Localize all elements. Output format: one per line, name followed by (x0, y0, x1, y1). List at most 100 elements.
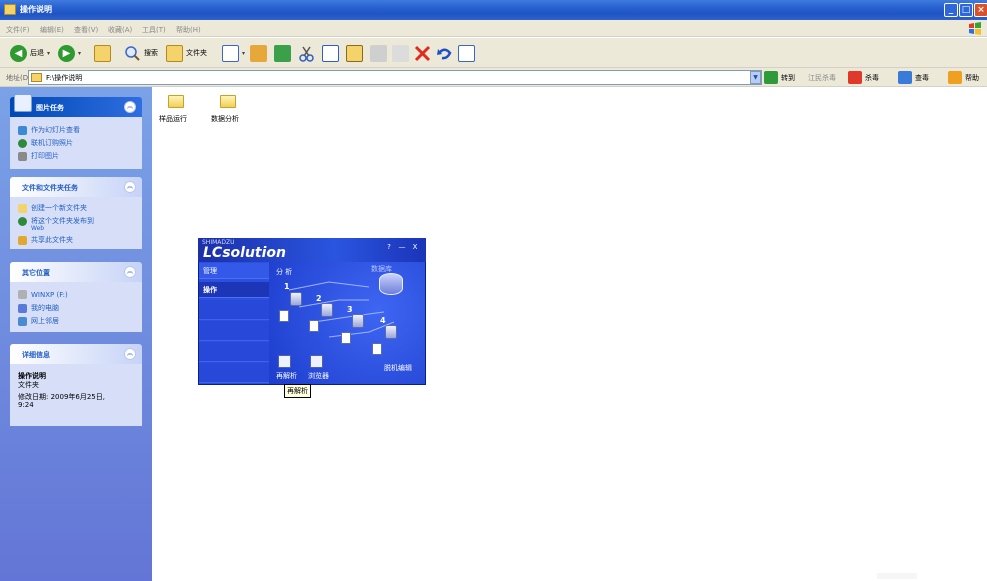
panel-header[interactable]: 文件和文件夹任务 ︽ (10, 177, 142, 197)
search-button[interactable]: 搜索 (124, 43, 158, 63)
task-new-folder[interactable]: 创建一个新文件夹 (18, 203, 87, 213)
panel-body: WINXP (F:) 我的电脑 网上邻居 (10, 282, 142, 332)
reanalysis-icon[interactable] (278, 355, 291, 368)
place-drive-f[interactable]: WINXP (F:) (18, 290, 68, 299)
network-icon (18, 316, 27, 326)
place-network[interactable]: 网上邻居 (18, 316, 59, 326)
panel-header[interactable]: 详细信息 ︽ (10, 344, 142, 364)
home-button[interactable] (250, 43, 267, 63)
link-label: 查毒 (915, 73, 929, 82)
folders-button[interactable]: 文件夹 (166, 43, 207, 63)
other-places-panel: 其它位置 ︽ WINXP (F:) 我的电脑 网上邻居 (10, 262, 142, 334)
views-button[interactable]: ▾ (222, 43, 245, 63)
title-bar: 操作说明 (0, 0, 987, 20)
antivirus-icon (848, 71, 862, 84)
task-label: 创建一个新文件夹 (31, 204, 87, 212)
lcs-close-button[interactable]: X (410, 242, 420, 252)
step-number: 2 (316, 294, 322, 303)
step-number: 1 (284, 282, 290, 291)
collapse-chevron-icon[interactable]: ︽ (124, 266, 136, 278)
undo-button[interactable] (436, 43, 453, 63)
method-doc-icon[interactable] (372, 343, 382, 355)
close-button[interactable]: × (974, 3, 987, 17)
method-doc-icon[interactable] (341, 332, 351, 344)
maximize-button[interactable]: □ (959, 3, 973, 17)
go-arrow-icon (764, 71, 778, 84)
link-label: 杀毒 (865, 73, 879, 82)
lcs-offline-label[interactable]: 脱机编辑 (384, 363, 412, 373)
delete-button[interactable] (414, 43, 431, 63)
panel-body: 创建一个新文件夹 将这个文件夹发布到 Web 共享此文件夹 (10, 197, 142, 249)
cut-button[interactable] (298, 43, 315, 63)
panel-header[interactable]: 其它位置 ︽ (10, 262, 142, 282)
link-antivirus[interactable]: 杀毒 (848, 70, 879, 85)
back-dropdown-icon[interactable]: ▾ (47, 50, 50, 57)
menu-tools[interactable]: 工具(T) (142, 25, 166, 35)
address-dropdown-button[interactable]: ▼ (750, 71, 761, 84)
place-my-computer[interactable]: 我的电脑 (18, 303, 59, 313)
panel-body: 作为幻灯片查看 联机订购照片 打印图片 (10, 117, 142, 169)
menu-favorites[interactable]: 收藏(A) (108, 25, 132, 35)
instrument-icon[interactable] (385, 325, 397, 339)
refresh-button[interactable] (274, 43, 291, 63)
lcs-tab-manage[interactable]: 管理 (199, 263, 269, 279)
task-print[interactable]: 打印图片 (18, 151, 59, 161)
lcs-browser-label[interactable]: 浏览器 (308, 371, 329, 381)
address-input[interactable] (28, 70, 762, 85)
link-help[interactable]: 帮助 (948, 70, 979, 85)
copy-icon (322, 44, 339, 62)
task-label: 联机订购照片 (31, 139, 73, 147)
file-tasks-panel: 文件和文件夹任务 ︽ 创建一个新文件夹 将这个文件夹发布到 Web 共享此文件夹 (10, 177, 142, 249)
menu-file[interactable]: 文件(F) (6, 25, 30, 35)
instrument-icon[interactable] (321, 303, 333, 317)
back-button[interactable]: ◀ 后退 ▾ (10, 43, 50, 63)
link-label: 江民杀毒 (808, 73, 836, 82)
panel-body: 操作说明 文件夹 修改日期: 2009年6月25日, 9:24 (10, 364, 142, 426)
folder-icon[interactable] (168, 95, 184, 108)
menu-help[interactable]: 帮助(H) (176, 25, 201, 35)
copy-to-button[interactable] (392, 43, 409, 63)
lcs-tab-operate[interactable]: 操作 (199, 282, 269, 298)
copy-button[interactable] (322, 43, 339, 63)
lcs-help-button[interactable]: ? (384, 242, 394, 252)
forward-button[interactable]: ▶ ▾ (58, 43, 81, 63)
task-publish-web-cont[interactable]: Web (31, 225, 44, 232)
paste-icon (346, 44, 363, 62)
task-label: 我的电脑 (31, 304, 59, 312)
collapse-chevron-icon[interactable]: ︽ (124, 101, 136, 113)
task-slideshow[interactable]: 作为幻灯片查看 (18, 125, 80, 135)
method-doc-icon[interactable] (309, 320, 319, 332)
minimize-button[interactable]: _ (944, 3, 958, 17)
go-button[interactable]: 转到 (764, 70, 795, 85)
instrument-icon[interactable] (352, 314, 364, 328)
paste-button[interactable] (346, 43, 363, 63)
task-label: 作为幻灯片查看 (31, 126, 80, 134)
step-number: 3 (347, 305, 353, 314)
menu-view[interactable]: 查看(V) (74, 25, 98, 35)
menu-edit[interactable]: 编辑(E) (40, 25, 64, 35)
move-to-button[interactable] (370, 43, 387, 63)
share-folder-icon (18, 235, 27, 245)
globe-icon (18, 216, 27, 226)
link-jiangmin[interactable]: 江民杀毒 (808, 70, 836, 85)
folder-label-data-analysis[interactable]: 数据分析 (211, 114, 239, 124)
folder-icon[interactable] (220, 95, 236, 108)
panel-header[interactable]: 图片任务 ︽ (10, 94, 142, 117)
link-scan[interactable]: 查毒 (898, 70, 929, 85)
browser-icon[interactable] (310, 355, 323, 368)
collapse-chevron-icon[interactable]: ︽ (124, 181, 136, 193)
collapse-chevron-icon[interactable]: ︽ (124, 348, 136, 360)
task-order-prints[interactable]: 联机订购照片 (18, 138, 73, 148)
folder-label-sample-run[interactable]: 样品运行 (159, 114, 187, 124)
properties-button[interactable] (458, 43, 475, 63)
details-panel: 详细信息 ︽ 操作说明 文件夹 修改日期: 2009年6月25日, 9:24 (10, 344, 142, 426)
forward-dropdown-icon[interactable]: ▾ (78, 50, 81, 57)
lcs-reanalysis-label[interactable]: 再解析 (276, 371, 297, 381)
instrument-icon[interactable] (290, 292, 302, 306)
task-publish-web[interactable]: 将这个文件夹发布到 (18, 216, 94, 226)
method-doc-icon[interactable] (279, 310, 289, 322)
up-folder-button[interactable] (94, 43, 111, 63)
lcs-minimize-button[interactable]: — (397, 242, 407, 252)
watermark (877, 573, 917, 579)
task-share-folder[interactable]: 共享此文件夹 (18, 235, 73, 245)
